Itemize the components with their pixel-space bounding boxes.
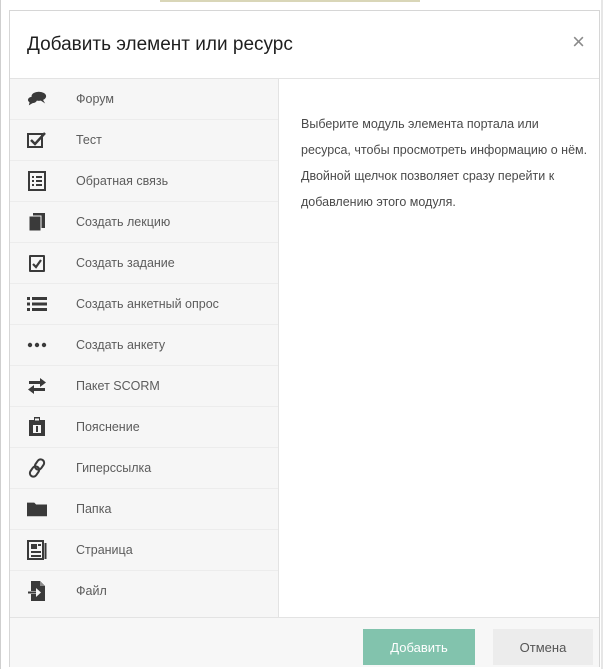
module-label: Форум — [76, 92, 114, 106]
close-icon[interactable]: × — [572, 31, 585, 53]
folder-icon — [27, 499, 47, 519]
lesson-icon — [27, 212, 47, 232]
module-label: Пояснение — [76, 420, 140, 434]
module-label: Обратная связь — [76, 174, 169, 188]
module-label: Создать задание — [76, 256, 175, 270]
quiz-icon — [27, 130, 47, 150]
page-icon — [27, 540, 47, 560]
questionnaire-icon — [27, 335, 47, 355]
module-item-url[interactable]: Гиперссылка — [10, 448, 278, 489]
module-label: Папка — [76, 502, 112, 516]
file-icon — [27, 581, 47, 601]
module-item-feedback[interactable]: Обратная связь — [10, 161, 278, 202]
module-item-page[interactable]: Страница — [10, 530, 278, 571]
assignment-icon — [27, 253, 47, 273]
link-icon — [27, 458, 47, 478]
left-edge-line — [0, 0, 1, 669]
dialog-header: Добавить элемент или ресурс × — [10, 11, 599, 79]
module-item-folder[interactable]: Папка — [10, 489, 278, 530]
module-item-scorm[interactable]: Пакет SCORM — [10, 366, 278, 407]
dialog-title: Добавить элемент или ресурс — [27, 34, 293, 55]
module-label: Страница — [76, 543, 133, 557]
forum-icon — [27, 89, 47, 109]
module-list: Форум Тест Обратная связь Создать лекцию — [10, 79, 279, 617]
module-item-forum[interactable]: Форум — [10, 79, 278, 120]
feedback-icon — [27, 171, 47, 191]
module-item-file[interactable]: Файл — [10, 571, 278, 611]
module-label: Файл — [76, 584, 107, 598]
module-item-quiz[interactable]: Тест — [10, 120, 278, 161]
module-item-label[interactable]: Пояснение — [10, 407, 278, 448]
module-item-survey[interactable]: Создать анкетный опрос — [10, 284, 278, 325]
module-description: Выберите модуль элемента портала или рес… — [301, 117, 588, 209]
module-label: Тест — [76, 133, 102, 147]
module-item-assignment[interactable]: Создать задание — [10, 243, 278, 284]
add-button[interactable]: Добавить — [363, 629, 475, 665]
top-edge-line — [160, 0, 420, 2]
cancel-button[interactable]: Отмена — [493, 629, 593, 665]
module-label: Создать анкету — [76, 338, 166, 352]
survey-icon — [27, 294, 47, 314]
label-icon — [27, 417, 47, 437]
add-activity-dialog: Добавить элемент или ресурс × Форум Тест… — [9, 10, 600, 667]
module-item-questionnaire[interactable]: Создать анкету — [10, 325, 278, 366]
scorm-icon — [27, 376, 47, 396]
module-label: Создать лекцию — [76, 215, 171, 229]
dialog-footer: Добавить Отмена — [10, 617, 599, 667]
module-label: Гиперссылка — [76, 461, 152, 475]
module-label: Пакет SCORM — [76, 379, 160, 393]
module-item-lesson[interactable]: Создать лекцию — [10, 202, 278, 243]
module-label: Создать анкетный опрос — [76, 297, 219, 311]
